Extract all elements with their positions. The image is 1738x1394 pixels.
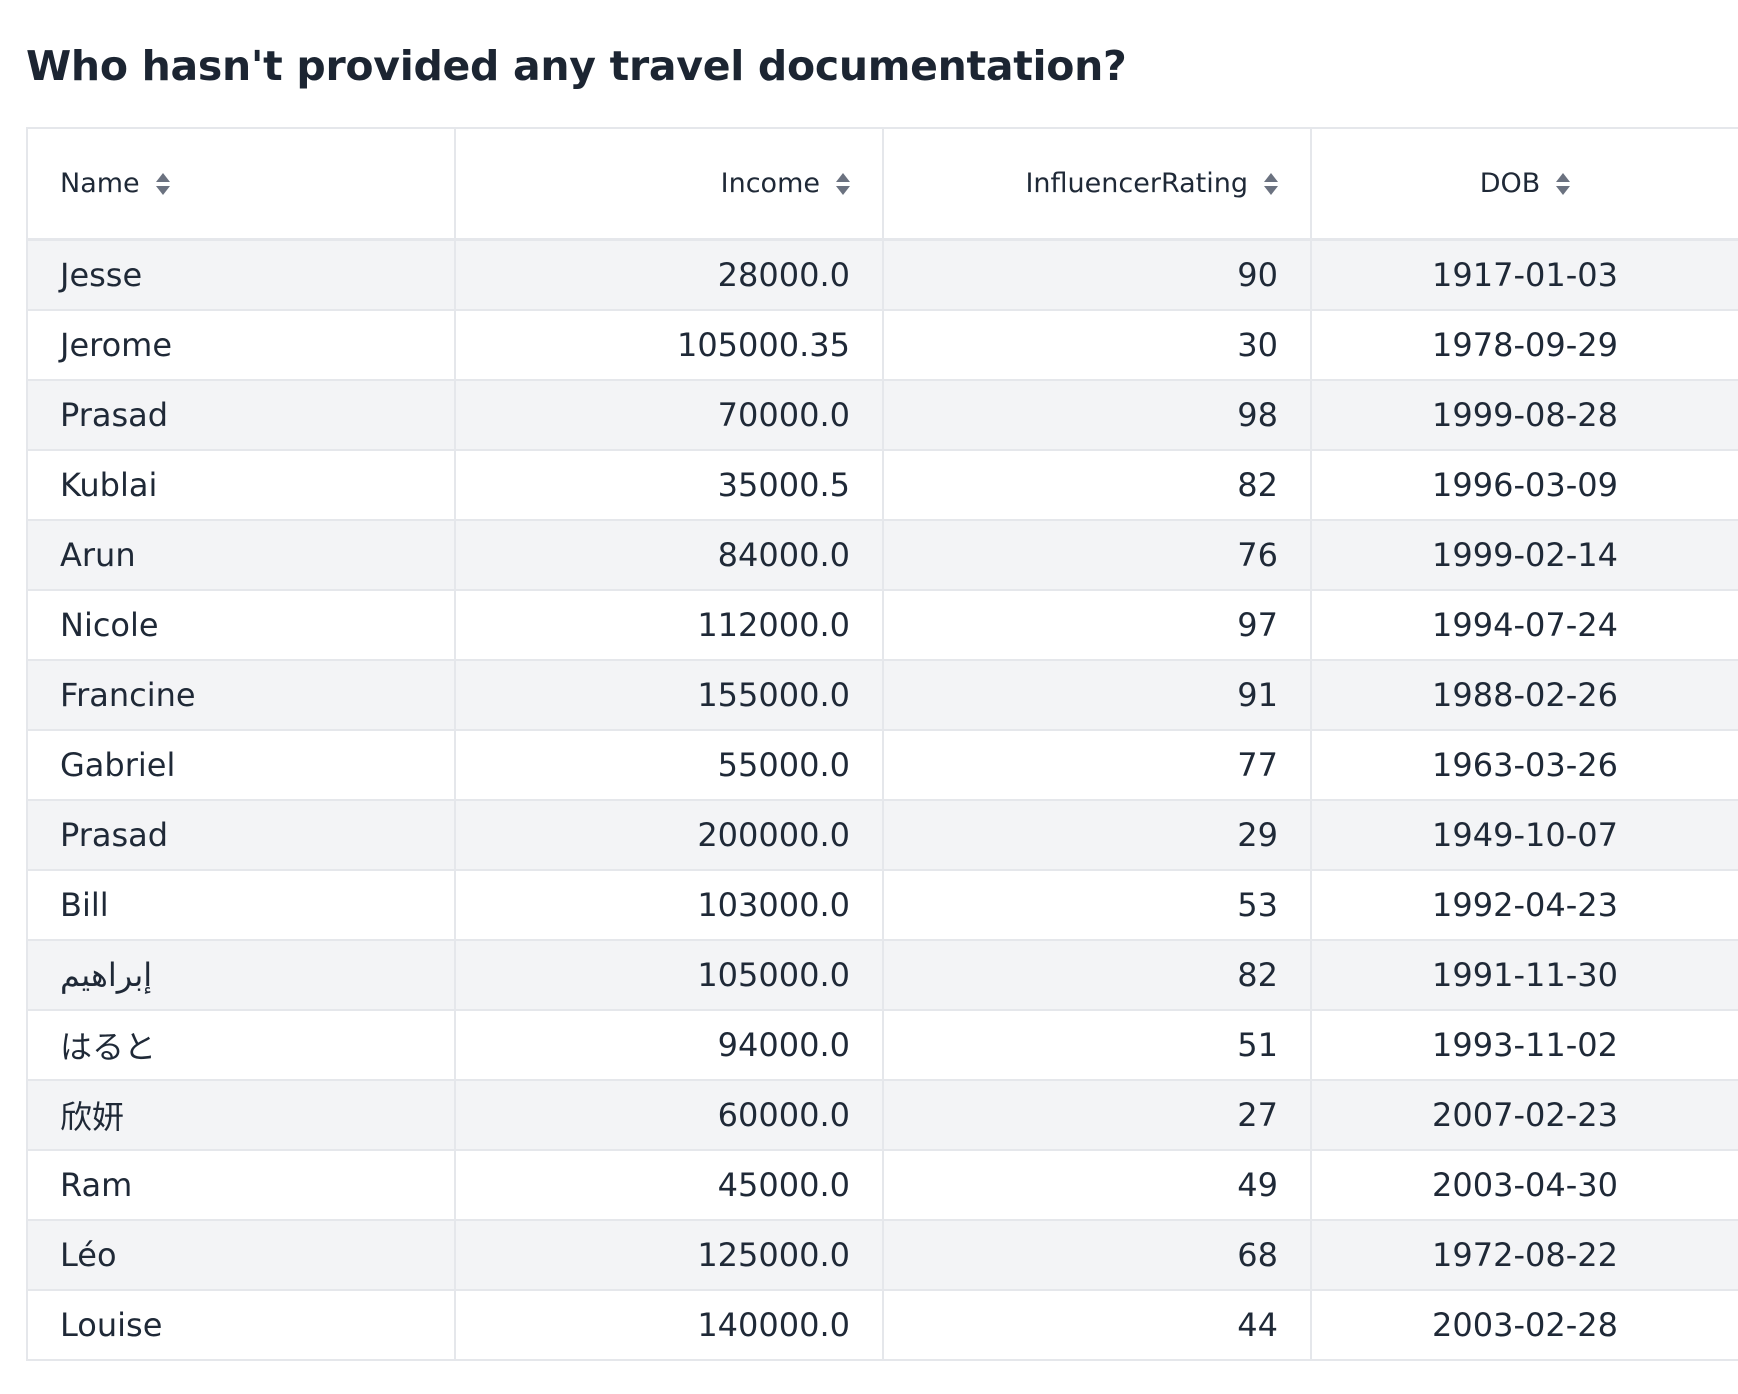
cell-name: Léo: [26, 1219, 456, 1291]
column-header-label: Income: [720, 168, 820, 199]
table-row: Francine 155000.0 91 1988-02-26: [26, 659, 1738, 731]
cell-income: 125000.0: [454, 1219, 884, 1291]
table-body: Jesse 28000.0 90 1917-01-03 Jerome 105000.35 3…: [26, 238, 1738, 1361]
cell-dob: 2003-04-30: [1310, 1149, 1738, 1221]
cell-income: 140000.0: [454, 1289, 884, 1361]
cell-dob: 1996-03-09: [1310, 449, 1738, 521]
column-header-label: DOB: [1479, 168, 1541, 199]
cell-income: 105000.35: [454, 309, 884, 381]
cell-dob: 1993-11-02: [1310, 1009, 1738, 1081]
cell-influencer-rating: 97: [882, 589, 1312, 661]
data-table: Name Income InfluencerRating DOB Jesse 2…: [26, 127, 1738, 1361]
table-row: Prasad 70000.0 98 1999-08-28: [26, 379, 1738, 451]
cell-dob: 1963-03-26: [1310, 729, 1738, 801]
table-row: Kublai 35000.5 82 1996-03-09: [26, 449, 1738, 521]
cell-dob: 2003-02-28: [1310, 1289, 1738, 1361]
table-row: Ram 45000.0 49 2003-04-30: [26, 1149, 1738, 1221]
cell-name: Jesse: [26, 238, 456, 311]
cell-dob: 1999-02-14: [1310, 519, 1738, 591]
table-row: Jesse 28000.0 90 1917-01-03: [26, 238, 1738, 311]
column-header-name[interactable]: Name: [26, 127, 456, 241]
cell-income: 70000.0: [454, 379, 884, 451]
table-row: Arun 84000.0 76 1999-02-14: [26, 519, 1738, 591]
page-title: Who hasn't provided any travel documenta…: [26, 42, 1127, 90]
cell-name: Bill: [26, 869, 456, 941]
cell-influencer-rating: 49: [882, 1149, 1312, 1221]
cell-dob: 1991-11-30: [1310, 939, 1738, 1011]
cell-income: 45000.0: [454, 1149, 884, 1221]
cell-influencer-rating: 90: [882, 238, 1312, 311]
page: Who hasn't provided any travel documenta…: [0, 0, 1738, 1394]
cell-influencer-rating: 29: [882, 799, 1312, 871]
cell-income: 35000.5: [454, 449, 884, 521]
table-row: 欣妍 60000.0 27 2007-02-23: [26, 1079, 1738, 1151]
cell-name: Kublai: [26, 449, 456, 521]
cell-influencer-rating: 77: [882, 729, 1312, 801]
cell-name: Arun: [26, 519, 456, 591]
cell-influencer-rating: 82: [882, 449, 1312, 521]
cell-name: Louise: [26, 1289, 456, 1361]
cell-name: Nicole: [26, 589, 456, 661]
table-row: Nicole 112000.0 97 1994-07-24: [26, 589, 1738, 661]
cell-influencer-rating: 30: [882, 309, 1312, 381]
table-row: Prasad 200000.0 29 1949-10-07: [26, 799, 1738, 871]
sort-icon[interactable]: [155, 172, 170, 196]
cell-income: 94000.0: [454, 1009, 884, 1081]
cell-influencer-rating: 91: [882, 659, 1312, 731]
cell-income: 155000.0: [454, 659, 884, 731]
cell-dob: 1949-10-07: [1310, 799, 1738, 871]
cell-income: 28000.0: [454, 238, 884, 311]
cell-influencer-rating: 51: [882, 1009, 1312, 1081]
column-header-influencer-rating[interactable]: InfluencerRating: [882, 127, 1312, 241]
cell-name: 欣妍: [26, 1079, 456, 1151]
cell-dob: 1988-02-26: [1310, 659, 1738, 731]
cell-dob: 1994-07-24: [1310, 589, 1738, 661]
cell-name: Gabriel: [26, 729, 456, 801]
column-header-dob[interactable]: DOB: [1310, 127, 1738, 241]
cell-dob: 1999-08-28: [1310, 379, 1738, 451]
cell-influencer-rating: 76: [882, 519, 1312, 591]
table-row: Louise 140000.0 44 2003-02-28: [26, 1289, 1738, 1361]
cell-income: 112000.0: [454, 589, 884, 661]
cell-dob: 1978-09-29: [1310, 309, 1738, 381]
table-row: Jerome 105000.35 30 1978-09-29: [26, 309, 1738, 381]
table-header: Name Income InfluencerRating DOB: [26, 127, 1738, 241]
cell-name: إبراهيم: [26, 939, 456, 1011]
cell-name: Ram: [26, 1149, 456, 1221]
table-container: Name Income InfluencerRating DOB Jesse 2…: [26, 127, 1738, 1394]
cell-dob: 1972-08-22: [1310, 1219, 1738, 1291]
column-header-income[interactable]: Income: [454, 127, 884, 241]
cell-name: Prasad: [26, 799, 456, 871]
cell-name: はると: [26, 1009, 456, 1081]
sort-icon[interactable]: [1264, 172, 1278, 196]
cell-name: Jerome: [26, 309, 456, 381]
cell-influencer-rating: 82: [882, 939, 1312, 1011]
cell-income: 84000.0: [454, 519, 884, 591]
table-row: Gabriel 55000.0 77 1963-03-26: [26, 729, 1738, 801]
sort-icon[interactable]: [1556, 172, 1571, 196]
cell-dob: 1917-01-03: [1310, 238, 1738, 311]
cell-influencer-rating: 27: [882, 1079, 1312, 1151]
table-row: إبراهيم 105000.0 82 1991-11-30: [26, 939, 1738, 1011]
cell-name: Francine: [26, 659, 456, 731]
cell-influencer-rating: 44: [882, 1289, 1312, 1361]
cell-income: 200000.0: [454, 799, 884, 871]
cell-influencer-rating: 53: [882, 869, 1312, 941]
cell-name: Prasad: [26, 379, 456, 451]
cell-influencer-rating: 98: [882, 379, 1312, 451]
cell-dob: 1992-04-23: [1310, 869, 1738, 941]
table-row: はると 94000.0 51 1993-11-02: [26, 1009, 1738, 1081]
cell-income: 103000.0: [454, 869, 884, 941]
cell-income: 105000.0: [454, 939, 884, 1011]
cell-income: 60000.0: [454, 1079, 884, 1151]
header-row: Name Income InfluencerRating DOB: [26, 127, 1738, 241]
sort-icon[interactable]: [836, 172, 850, 196]
cell-income: 55000.0: [454, 729, 884, 801]
column-header-label: Name: [60, 168, 140, 199]
table-row: Bill 103000.0 53 1992-04-23: [26, 869, 1738, 941]
table-row: Léo 125000.0 68 1972-08-22: [26, 1219, 1738, 1291]
cell-influencer-rating: 68: [882, 1219, 1312, 1291]
cell-dob: 2007-02-23: [1310, 1079, 1738, 1151]
column-header-label: InfluencerRating: [1025, 168, 1248, 199]
